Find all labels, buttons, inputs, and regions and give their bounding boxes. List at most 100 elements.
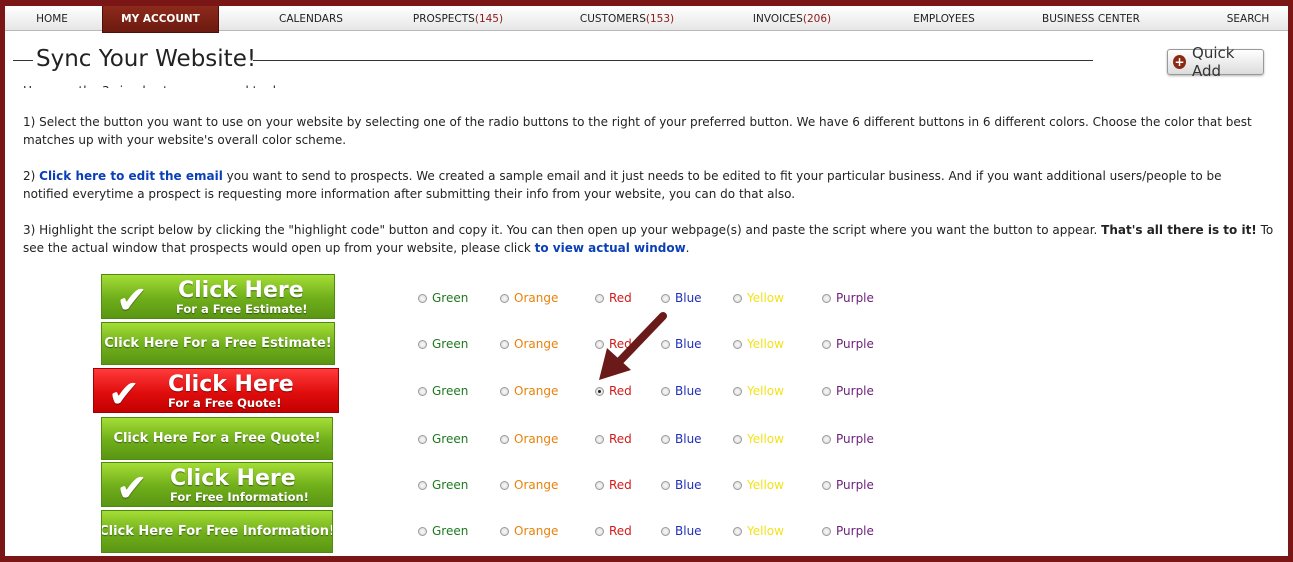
radio-option-yellow[interactable]: Yellow (733, 524, 784, 538)
radio-label: Green (432, 432, 469, 446)
radio-option-yellow[interactable]: Yellow (733, 384, 784, 398)
radio-button[interactable] (661, 526, 670, 536)
radio-option-orange[interactable]: Orange (500, 524, 558, 538)
radio-button[interactable] (733, 480, 742, 490)
nav-customers[interactable]: CUSTOMERS(153) (580, 6, 674, 30)
radio-button[interactable] (822, 526, 831, 536)
radio-option-orange[interactable]: Orange (500, 337, 558, 351)
radio-button[interactable] (822, 386, 831, 396)
radio-button[interactable] (733, 386, 742, 396)
radio-label: Yellow (747, 384, 784, 398)
radio-option-yellow[interactable]: Yellow (733, 432, 784, 446)
radio-option-red[interactable]: Red (595, 524, 632, 538)
radio-option-blue[interactable]: Blue (661, 291, 702, 305)
nav-home[interactable]: HOME (36, 6, 68, 30)
radio-option-purple[interactable]: Purple (822, 432, 874, 446)
nav-search[interactable]: SEARCH (1227, 6, 1269, 30)
quick-add-button[interactable]: + Quick Add (1167, 44, 1264, 80)
radio-option-blue[interactable]: Blue (661, 432, 702, 446)
radio-button[interactable] (418, 526, 427, 536)
radio-option-blue[interactable]: Blue (661, 478, 702, 492)
radio-option-green[interactable]: Green (418, 384, 468, 398)
radio-option-yellow[interactable]: Yellow (733, 337, 784, 351)
radio-option-yellow[interactable]: Yellow (733, 478, 784, 492)
radio-option-purple[interactable]: Purple (822, 291, 874, 305)
radio-button[interactable] (418, 293, 427, 303)
radio-option-green[interactable]: Green (418, 524, 468, 538)
radio-option-red[interactable]: Red (595, 384, 632, 398)
radio-option-purple[interactable]: Purple (822, 384, 874, 398)
radio-button[interactable] (595, 386, 604, 396)
radio-option-red[interactable]: Red (595, 432, 632, 446)
radio-button[interactable] (733, 526, 742, 536)
radio-label: Green (432, 478, 469, 492)
radio-option-yellow[interactable]: Yellow (733, 291, 784, 305)
radio-button[interactable] (661, 480, 670, 490)
title-rule-left (13, 60, 33, 61)
radio-button[interactable] (733, 339, 742, 349)
view-actual-window-link[interactable]: to view actual window (535, 241, 686, 255)
radio-button[interactable] (500, 293, 509, 303)
radio-button[interactable] (661, 293, 670, 303)
button-style-6-free-information[interactable]: Click Here For Free Information! (101, 510, 333, 553)
step-3-end: . (685, 241, 690, 255)
nav-prospects[interactable]: PROSPECTS(145) (413, 6, 503, 30)
button-style-3-free-quote[interactable]: ✔ Click Here For a Free Quote! (93, 368, 339, 413)
radio-button[interactable] (418, 386, 427, 396)
radio-option-orange[interactable]: Orange (500, 291, 558, 305)
radio-label: Blue (675, 524, 702, 538)
radio-button[interactable] (418, 434, 427, 444)
radio-option-purple[interactable]: Purple (822, 524, 874, 538)
radio-option-orange[interactable]: Orange (500, 432, 558, 446)
radio-button[interactable] (595, 526, 604, 536)
radio-button[interactable] (822, 339, 831, 349)
radio-button[interactable] (500, 339, 509, 349)
radio-option-purple[interactable]: Purple (822, 337, 874, 351)
radio-button[interactable] (822, 480, 831, 490)
radio-option-green[interactable]: Green (418, 291, 468, 305)
radio-button[interactable] (418, 480, 427, 490)
top-nav: HOME MY ACCOUNT CALENDARS PROSPECTS(145)… (5, 6, 1288, 33)
button-style-2-free-estimate[interactable]: Click Here For a Free Estimate! (101, 322, 335, 365)
button-style-5-free-information[interactable]: ✔ Click Here For Free Information! (101, 462, 333, 507)
radio-button[interactable] (500, 434, 509, 444)
nav-invoices[interactable]: INVOICES(206) (753, 6, 831, 30)
radio-button[interactable] (733, 293, 742, 303)
nav-business-center[interactable]: BUSINESS CENTER (1042, 6, 1140, 30)
radio-button[interactable] (500, 386, 509, 396)
radio-button[interactable] (733, 434, 742, 444)
nav-employees[interactable]: EMPLOYEES (913, 6, 975, 30)
radio-option-blue[interactable]: Blue (661, 524, 702, 538)
radio-button[interactable] (418, 339, 427, 349)
radio-button[interactable] (500, 480, 509, 490)
radio-option-orange[interactable]: Orange (500, 478, 558, 492)
checkmark-icon: ✔ (116, 278, 148, 319)
button-style-1-free-estimate[interactable]: ✔ Click Here For a Free Estimate! (101, 274, 335, 319)
nav-my-account[interactable]: MY ACCOUNT (102, 6, 219, 33)
radio-button[interactable] (822, 434, 831, 444)
radio-button[interactable] (595, 293, 604, 303)
radio-option-orange[interactable]: Orange (500, 384, 558, 398)
edit-email-link[interactable]: Click here to edit the email (39, 169, 223, 183)
radio-label: Yellow (747, 524, 784, 538)
radio-button[interactable] (500, 526, 509, 536)
radio-option-purple[interactable]: Purple (822, 478, 874, 492)
radio-label: Yellow (747, 478, 784, 492)
radio-label: Yellow (747, 337, 784, 351)
nav-calendars[interactable]: CALENDARS (279, 6, 343, 30)
radio-option-green[interactable]: Green (418, 432, 468, 446)
radio-button[interactable] (661, 434, 670, 444)
radio-button[interactable] (661, 386, 670, 396)
radio-option-green[interactable]: Green (418, 478, 468, 492)
radio-option-green[interactable]: Green (418, 337, 468, 351)
radio-option-blue[interactable]: Blue (661, 384, 702, 398)
radio-option-red[interactable]: Red (595, 291, 632, 305)
radio-button[interactable] (595, 434, 604, 444)
radio-label: Orange (514, 432, 559, 446)
radio-option-red[interactable]: Red (595, 478, 632, 492)
radio-button[interactable] (595, 480, 604, 490)
button-style-4-free-quote[interactable]: Click Here For a Free Quote! (101, 417, 333, 460)
radio-button[interactable] (822, 293, 831, 303)
app-frame: HOME MY ACCOUNT CALENDARS PROSPECTS(145)… (5, 6, 1288, 556)
radio-label: Red (609, 524, 632, 538)
